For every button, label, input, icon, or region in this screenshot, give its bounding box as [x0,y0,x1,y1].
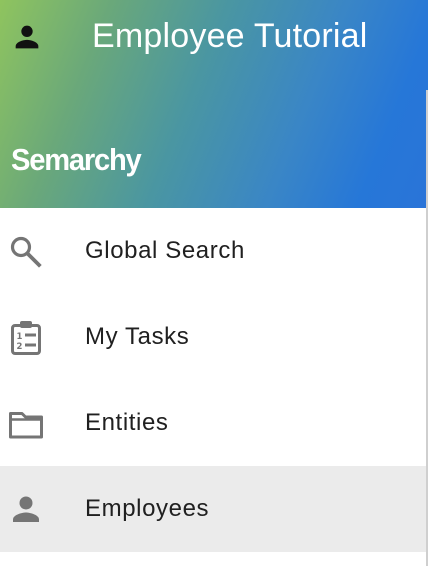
navigation-drawer: Employee Tutorial Semarchy Global Search… [0,0,428,566]
menu-item-label: Employees [85,495,210,522]
clipboard-list-icon: 1 2 [11,321,41,355]
menu-item-label: Entities [85,409,169,436]
menu-item-entities[interactable]: Entities [0,380,426,466]
nav-menu: Global Search 1 2 My Tasks Entities Empl… [0,208,426,552]
person-icon[interactable] [10,20,44,54]
semarchy-logo: Semarchy [11,142,142,177]
svg-text:2: 2 [17,342,23,352]
folder-icon [9,412,43,439]
search-icon [10,236,42,268]
app-title: Employee Tutorial [92,17,368,55]
svg-text:1: 1 [17,332,23,342]
drawer-header: Employee Tutorial Semarchy [0,0,428,208]
person-icon [13,496,39,522]
menu-item-employees[interactable]: Employees [0,466,426,552]
menu-item-label: My Tasks [85,323,190,350]
menu-item-label: Global Search [85,237,245,264]
menu-item-my-tasks[interactable]: 1 2 My Tasks [0,294,426,380]
menu-item-global-search[interactable]: Global Search [0,208,426,294]
